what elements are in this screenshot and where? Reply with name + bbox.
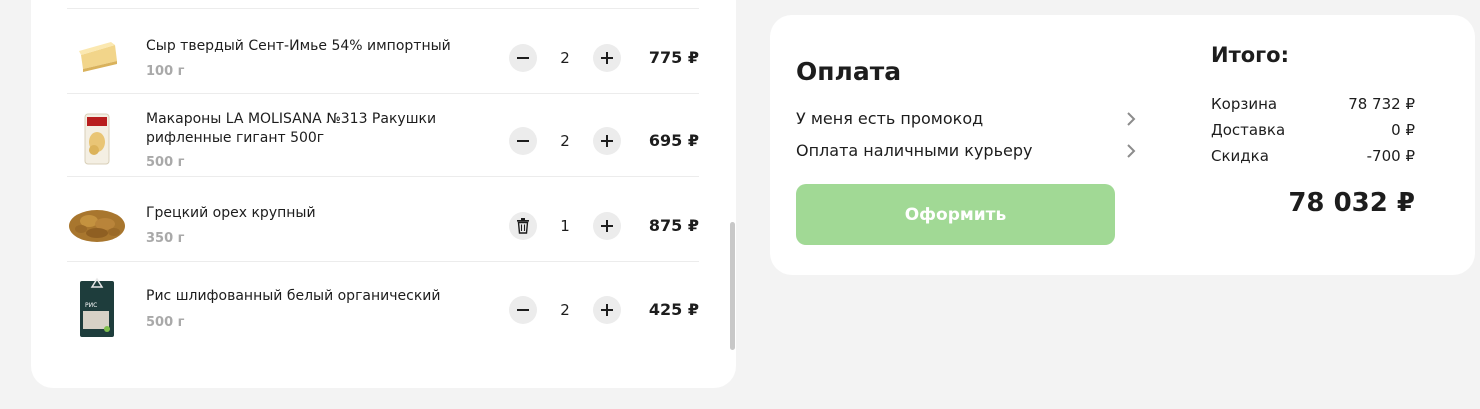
remove-button[interactable] (509, 212, 537, 240)
increase-button[interactable] (593, 212, 621, 240)
summary-title: Итого: (1211, 43, 1289, 67)
product-image-cheese[interactable] (67, 9, 127, 93)
cart-item-cheese: Сыр твердый Сент-Имье 54% импортный 100 … (67, 8, 699, 94)
increase-button[interactable] (593, 296, 621, 324)
product-image-pasta[interactable] (67, 92, 127, 176)
summary-label-delivery: Доставка (1211, 121, 1286, 139)
plus-icon (601, 135, 613, 147)
chevron-right-icon (1127, 112, 1136, 126)
quantity-value: 2 (560, 49, 570, 67)
product-image-rice[interactable]: РИС (67, 261, 127, 345)
order-total: 78 032 ₽ (1288, 188, 1415, 218)
minus-icon (517, 309, 529, 311)
quantity-value: 2 (560, 301, 570, 319)
product-price: 775 ₽ (648, 48, 699, 67)
plus-icon (601, 220, 613, 232)
checkout-button[interactable]: Оформить (796, 184, 1115, 245)
summary-value-cart: 78 732 ₽ (1348, 95, 1415, 113)
product-weight: 500 г (146, 155, 185, 170)
decrease-button[interactable] (509, 296, 537, 324)
summary-label-discount: Скидка (1211, 147, 1269, 165)
payment-method-label: Оплата наличными курьеру (796, 141, 1033, 160)
product-name[interactable]: Сыр твердый Сент-Имье 54% импортный (146, 37, 466, 56)
product-price: 875 ₽ (648, 216, 699, 235)
product-name[interactable]: Макароны LA MOLISANA №313 Ракушки рифлен… (146, 110, 466, 148)
payment-panel: Оплата У меня есть промокод Оплата налич… (770, 15, 1475, 275)
cart-item-walnuts: Грецкий орех крупный 350 г 1 875 ₽ (67, 177, 699, 262)
promo-code-label: У меня есть промокод (796, 109, 984, 128)
product-price: 425 ₽ (648, 300, 699, 319)
product-weight: 350 г (146, 231, 185, 246)
payment-title: Оплата (796, 57, 902, 86)
minus-icon (517, 57, 529, 59)
cart-item-rice: РИС Рис шлифованный белый органический 5… (67, 261, 699, 345)
quantity-value: 1 (560, 217, 570, 235)
product-name[interactable]: Грецкий орех крупный (146, 204, 466, 223)
summary-label-cart: Корзина (1211, 95, 1278, 113)
product-price: 695 ₽ (648, 131, 699, 150)
product-weight: 100 г (146, 64, 185, 79)
decrease-button[interactable] (509, 127, 537, 155)
chevron-right-icon (1127, 144, 1136, 158)
product-weight: 500 г (146, 315, 185, 330)
summary-value-delivery: 0 ₽ (1391, 121, 1415, 139)
plus-icon (601, 52, 613, 64)
trash-icon (517, 218, 529, 234)
product-image-walnuts[interactable] (67, 177, 127, 261)
cart-scrollbar[interactable] (730, 222, 735, 350)
promo-code-link[interactable]: У меня есть промокод (796, 109, 1136, 128)
product-name[interactable]: Рис шлифованный белый органический (146, 287, 466, 306)
decrease-button[interactable] (509, 44, 537, 72)
minus-icon (517, 140, 529, 142)
package-label: РИС (85, 302, 97, 309)
increase-button[interactable] (593, 127, 621, 155)
cart-item-pasta: Макароны LA MOLISANA №313 Ракушки рифлен… (67, 92, 699, 177)
quantity-value: 2 (560, 132, 570, 150)
plus-icon (601, 304, 613, 316)
increase-button[interactable] (593, 44, 621, 72)
cart-panel: Сыр твердый Сент-Имье 54% импортный 100 … (31, 0, 736, 388)
summary-value-discount: -700 ₽ (1366, 147, 1415, 165)
payment-method-link[interactable]: Оплата наличными курьеру (796, 141, 1136, 160)
